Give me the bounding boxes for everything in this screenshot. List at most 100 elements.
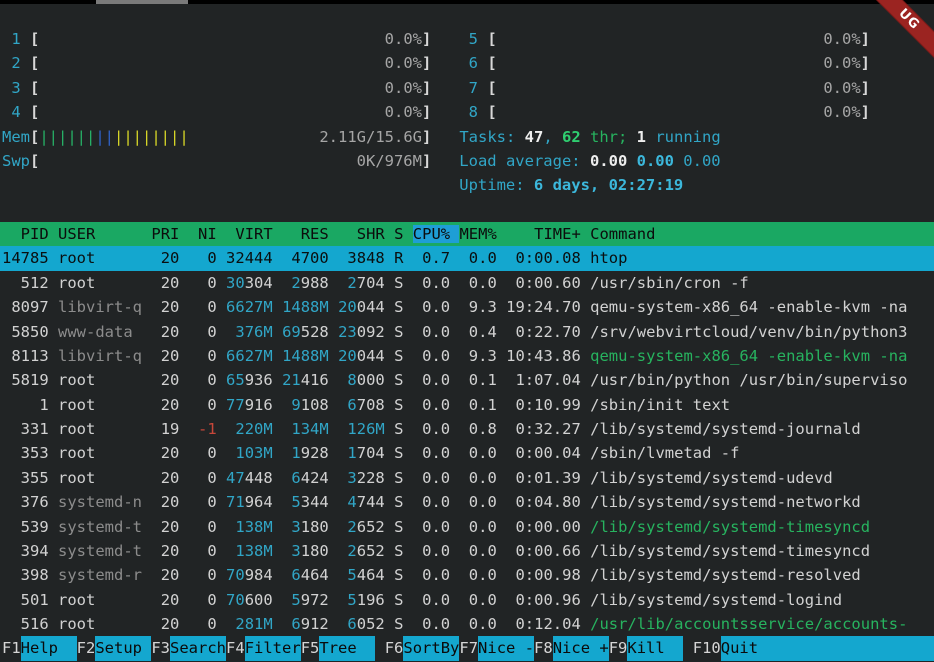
process-row-398[interactable]: 398 systemd-r 20 0 70984 6464 5464 S 0.0… [0, 563, 934, 587]
cell-shr-prefix: 2 [338, 518, 357, 536]
cell-virt: 304 [245, 274, 273, 292]
process-row-516[interactable]: 516 root 20 0 281M 6912 6052 S 0.0 0.0 0… [0, 612, 934, 636]
process-row-8113[interactable]: 8113 libvirt-q 20 0 6627M 1488M 20044 S … [0, 344, 934, 368]
cpu8-meter-open-bracket: [ [487, 103, 496, 121]
stat-segment-3: 0.00 [683, 152, 720, 170]
cell-pid: 5850 [2, 323, 49, 341]
cell-command: /lib/systemd/systemd-udevd [590, 469, 833, 487]
fkey-f7-label-nice-[interactable]: Nice - [478, 636, 534, 660]
process-row-512[interactable]: 512 root 20 0 30304 2988 2704 S 0.0 0.0 … [0, 271, 934, 295]
cell-pid: 516 [2, 615, 49, 633]
column-header-mempct[interactable]: MEM% [459, 225, 496, 243]
fkey-f6-label-sortby[interactable]: SortBy [403, 636, 459, 660]
process-row-8097[interactable]: 8097 libvirt-q 20 0 6627M 1488M 20044 S … [0, 295, 934, 319]
cell-user: root [58, 249, 142, 267]
fkey-f10-label-quit[interactable]: Quit [721, 636, 934, 660]
process-row-353[interactable]: 353 root 20 0 103M 1928 1704 S 0.0 0.0 0… [0, 441, 934, 465]
column-header-pri[interactable]: PRI [151, 225, 179, 243]
cell-virt: 138M [226, 518, 273, 536]
cell-res-prefix: 3 [282, 518, 301, 536]
stat-segment-6: running [646, 128, 721, 146]
cell-mem-pct: 0.0 [459, 444, 496, 462]
column-header-virt[interactable]: VIRT [226, 225, 273, 243]
load-average: Load average: 0.00 0.00 0.00 [459, 152, 720, 170]
fkey-f1[interactable]: F1 [2, 636, 21, 660]
cpu8-meter-close-bracket: ] [861, 103, 870, 121]
column-header-command[interactable]: Command [590, 225, 655, 243]
process-row-539[interactable]: 539 systemd-t 20 0 138M 3180 2652 S 0.0 … [0, 515, 934, 539]
cell-pid: 355 [2, 469, 49, 487]
cell-pri: 20 [151, 274, 179, 292]
cell-virt: 138M [226, 542, 273, 560]
cell-time: 0:00.96 [506, 591, 581, 609]
fkey-f5[interactable]: F5 [301, 636, 320, 660]
stat-segment-3: 62 [562, 128, 581, 146]
cell-virt: 600 [245, 591, 273, 609]
cell-pri: 20 [151, 493, 179, 511]
mem-meter-open-bracket: [ [30, 128, 39, 146]
stat-segment-1: 47 [525, 128, 544, 146]
process-row-376[interactable]: 376 systemd-n 20 0 71964 5344 4744 S 0.0… [0, 490, 934, 514]
cell-pri: 20 [151, 444, 179, 462]
cpu5-label: 5 [469, 30, 478, 48]
cell-shr: 708 [357, 396, 385, 414]
fkey-f2-label-setup[interactable]: Setup [95, 636, 151, 660]
process-row-5850[interactable]: 5850 www-data 20 0 376M 69528 23092 S 0.… [0, 320, 934, 344]
fkey-f3-label-search[interactable]: Search [170, 636, 226, 660]
cell-ni: 0 [189, 274, 217, 292]
cell-res: 912 [301, 615, 329, 633]
cell-pid: 398 [2, 566, 49, 584]
column-header-ni[interactable]: NI [189, 225, 217, 243]
mem-meter-close-bracket: ] [422, 128, 431, 146]
fkey-f9[interactable]: F9 [609, 636, 628, 660]
fkey-f10[interactable]: F10 [693, 636, 721, 660]
column-header-timeplus[interactable]: TIME+ [506, 225, 581, 243]
cell-ni: 0 [189, 591, 217, 609]
cell-time: 0:10.99 [506, 396, 581, 414]
fkey-f8[interactable]: F8 [534, 636, 553, 660]
cpu6-meter-open-bracket: [ [487, 54, 496, 72]
process-row-355[interactable]: 355 root 20 0 47448 6424 3228 S 0.0 0.0 … [0, 466, 934, 490]
cell-res-prefix: 21 [282, 371, 301, 389]
cell-ni: 0 [189, 249, 217, 267]
process-row-331[interactable]: 331 root 19 -1 220M 134M 126M S 0.0 0.8 … [0, 417, 934, 441]
process-row-5819[interactable]: 5819 root 20 0 65936 21416 8000 S 0.0 0.… [0, 368, 934, 392]
cpu4-label: 4 [11, 103, 20, 121]
cell-pri: 19 [151, 420, 179, 438]
fkey-f3[interactable]: F3 [151, 636, 170, 660]
swap-meter-close-bracket: ] [422, 152, 431, 170]
column-header-res[interactable]: RES [282, 225, 329, 243]
cell-command: /lib/systemd/systemd-networkd [590, 493, 861, 511]
cell-res: 1488M [282, 298, 329, 316]
fkey-f5-label-tree[interactable]: Tree [319, 636, 375, 660]
cell-shr: 044 [357, 298, 385, 316]
column-header-cpupct[interactable]: CPU% [413, 225, 460, 243]
cell-res-prefix: 5 [282, 493, 301, 511]
terminal-content: 1 [ 0.0%] 5 [ 0.0%] 2 [ 0.0%] 6 [ 0.0%] … [0, 4, 934, 661]
fkey-f2[interactable]: F2 [77, 636, 96, 660]
fkey-f9-label-kill[interactable]: Kill [627, 636, 683, 660]
column-header-user[interactable]: USER [58, 225, 142, 243]
fkey-f8-label-nice-[interactable]: Nice + [553, 636, 609, 660]
cell-mem-pct: 0.1 [459, 371, 496, 389]
column-header-shr[interactable]: SHR [338, 225, 385, 243]
process-row-394[interactable]: 394 systemd-t 20 0 138M 3180 2652 S 0.0 … [0, 539, 934, 563]
cell-ni: 0 [189, 444, 217, 462]
fkey-f4-label-filter[interactable]: Filter [245, 636, 301, 660]
cell-time: 0:00.08 [506, 249, 581, 267]
fkey-f6[interactable]: F6 [385, 636, 404, 660]
cpu3-meter-open-bracket: [ [30, 79, 39, 97]
cell-mem-pct: 0.0 [459, 274, 496, 292]
process-row-14785[interactable]: 14785 root 20 0 32444 4700 3848 R 0.7 0.… [0, 246, 934, 270]
cpu1-meter-open-bracket: [ [30, 30, 39, 48]
mem-bar-used: |||||| [39, 128, 95, 146]
process-row-501[interactable]: 501 root 20 0 70600 5972 5196 S 0.0 0.0 … [0, 588, 934, 612]
fkey-f1-label-help[interactable]: Help [21, 636, 77, 660]
cpu1-meter-value: 0.0% [385, 30, 422, 48]
process-row-1[interactable]: 1 root 20 0 77916 9108 6708 S 0.0 0.1 0:… [0, 393, 934, 417]
cell-command: /lib/systemd/systemd-timesyncd [590, 542, 870, 560]
column-header-pid[interactable]: PID [2, 225, 49, 243]
cell-res-prefix: 69 [282, 323, 301, 341]
fkey-f4[interactable]: F4 [226, 636, 245, 660]
fkey-f7[interactable]: F7 [459, 636, 478, 660]
